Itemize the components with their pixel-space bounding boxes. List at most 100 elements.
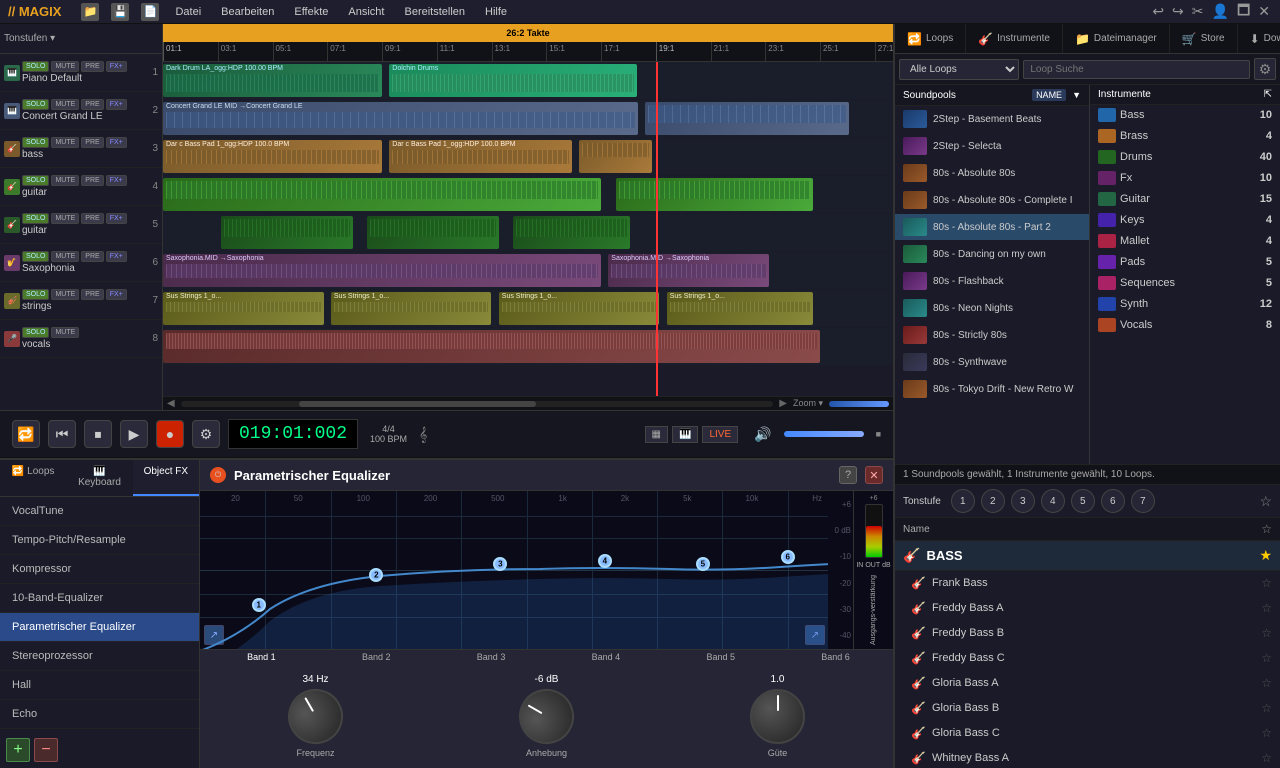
eq-graph[interactable]: 20501002005001k2k5k10kHz +60 dB-10-20-30… <box>200 491 853 649</box>
stop-btn[interactable]: ⏹ <box>84 420 112 448</box>
clip-7-3[interactable]: Sus Strings 1_o... <box>499 292 660 325</box>
clip-7-1[interactable]: Sus Strings 1_o... <box>163 292 324 325</box>
instr-item-pads[interactable]: Pads 5 <box>1090 252 1280 273</box>
tab-downloads-right[interactable]: ⬇ Downloads <box>1238 24 1280 53</box>
track-lane-8[interactable] <box>163 328 893 366</box>
solo-btn-2[interactable]: SOLO <box>22 99 49 110</box>
track-lane-2[interactable]: Concert Grand LE MID →Concert Grand LE <box>163 100 893 138</box>
clip-7-4[interactable]: Sus Strings 1_o... <box>667 292 813 325</box>
band-label-3[interactable]: Band 3 <box>434 652 549 662</box>
fx-btn-3[interactable]: FX+ <box>106 137 127 148</box>
file-icon[interactable]: 📁 <box>81 3 99 21</box>
tab-loops[interactable]: 🔁 Loops <box>0 460 66 496</box>
solo-btn-7[interactable]: SOLO <box>22 289 49 300</box>
tonstufe-btn-2[interactable]: 2 <box>981 489 1005 513</box>
close-icon[interactable]: ✕ <box>1256 1 1272 22</box>
soundpool-item-9[interactable]: 80s - Synthwave <box>895 349 1089 376</box>
soundpool-item-2[interactable]: 80s - Absolute 80s <box>895 160 1089 187</box>
fx-btn-6[interactable]: FX+ <box>106 251 127 262</box>
eq-node-4[interactable]: 4 <box>598 554 612 568</box>
window-icon[interactable]: 🗖 <box>1235 0 1252 26</box>
save-icon[interactable]: 💾 <box>111 3 129 21</box>
bass-item-star-5[interactable]: ☆ <box>1261 701 1272 715</box>
eq-node-6[interactable]: 6 <box>781 550 795 564</box>
clip-7-2[interactable]: Sus Strings 1_o... <box>331 292 492 325</box>
tab-objectfx[interactable]: Object FX <box>133 460 199 496</box>
mute-btn-8[interactable]: MUTE <box>51 327 79 338</box>
track-lane-1[interactable]: Dark Drum LA_ogg:HDP 100.00 BPM Dolchin … <box>163 62 893 100</box>
cut-icon[interactable]: ✂ <box>1190 1 1206 22</box>
track-lane-7[interactable]: Sus Strings 1_o... Sus Strings 1_o... Su… <box>163 290 893 328</box>
pre-btn-6[interactable]: PRE <box>81 251 103 262</box>
instr-item-drums[interactable]: Drums 40 <box>1090 147 1280 168</box>
soundpool-item-10[interactable]: 80s - Tokyo Drift - New Retro W <box>895 376 1089 403</box>
eq-node-5[interactable]: 5 <box>696 557 710 571</box>
band-label-5[interactable]: Band 5 <box>663 652 778 662</box>
instr-item-fx[interactable]: Fx 10 <box>1090 168 1280 189</box>
instr-expand-icon[interactable]: ⇱ <box>1264 89 1272 100</box>
track-lane-4[interactable] <box>163 176 893 214</box>
bass-item-star-3[interactable]: ☆ <box>1261 651 1272 665</box>
clip-2-1[interactable]: Concert Grand LE MID →Concert Grand LE <box>163 102 638 135</box>
bass-item-star-4[interactable]: ☆ <box>1261 676 1272 690</box>
new-icon[interactable]: 📄 <box>141 3 159 21</box>
bass-item-1[interactable]: 🎸 Freddy Bass A ☆ <box>895 596 1280 621</box>
zoom-slider[interactable] <box>829 401 889 407</box>
user-icon[interactable]: 👤 <box>1210 1 1231 22</box>
record-btn[interactable]: ● <box>156 420 184 448</box>
band-label-1[interactable]: Band 1 <box>204 652 319 662</box>
bass-item-0[interactable]: 🎸 Frank Bass ☆ <box>895 571 1280 596</box>
solo-btn-4[interactable]: SOLO <box>22 175 49 186</box>
bass-item-2[interactable]: 🎸 Freddy Bass B ☆ <box>895 621 1280 646</box>
bass-item-star-1[interactable]: ☆ <box>1261 601 1272 615</box>
scroll-left-icon[interactable]: ◀ <box>167 398 175 409</box>
bass-item-star-2[interactable]: ☆ <box>1261 626 1272 640</box>
name-sort-label[interactable]: NAME <box>1032 89 1066 101</box>
play-btn[interactable]: ▶ <box>120 420 148 448</box>
menu-effekte[interactable]: Effekte <box>290 4 332 20</box>
tonstufe-star-btn[interactable]: ☆ <box>1259 493 1272 510</box>
loop-category-dropdown[interactable]: Alle Loops <box>899 59 1019 80</box>
bass-item-6[interactable]: 🎸 Gloria Bass C ☆ <box>895 721 1280 746</box>
mute-btn-7[interactable]: MUTE <box>51 289 79 300</box>
clip-8-1[interactable] <box>163 330 820 363</box>
eq-help-btn[interactable]: ? <box>839 466 857 484</box>
undo-icon[interactable]: ↩ <box>1150 1 1166 22</box>
clip-3-2[interactable]: Dar c Bass Pad 1_ogg:HDP 100.0 BPM <box>389 140 572 173</box>
pre-btn-7[interactable]: PRE <box>81 289 103 300</box>
instr-item-mallet[interactable]: Mallet 4 <box>1090 231 1280 252</box>
soundpool-item-1[interactable]: 2Step - Selecta <box>895 133 1089 160</box>
fx-btn-4[interactable]: FX+ <box>106 175 127 186</box>
instr-item-brass[interactable]: Brass 4 <box>1090 126 1280 147</box>
instr-item-bass[interactable]: Bass 10 <box>1090 105 1280 126</box>
effect-item-1[interactable]: VocalTune <box>0 497 199 526</box>
bass-item-3[interactable]: 🎸 Freddy Bass C ☆ <box>895 646 1280 671</box>
mute-btn-4[interactable]: MUTE <box>51 175 79 186</box>
remove-effect-button[interactable]: − <box>34 738 58 762</box>
metronome-icon[interactable]: 𝄞 <box>419 426 427 443</box>
fx-btn-7[interactable]: FX+ <box>106 289 127 300</box>
mute-btn-6[interactable]: MUTE <box>51 251 79 262</box>
mixer-view-btn[interactable]: ▦ <box>645 426 668 443</box>
band-label-2[interactable]: Band 2 <box>319 652 434 662</box>
clip-4-2[interactable] <box>616 178 813 211</box>
loops-settings-btn[interactable]: ⚙ <box>1254 58 1276 80</box>
clip-5-1[interactable] <box>221 216 352 249</box>
clip-6-2[interactable]: Saxophonia.MID →Saxophonia <box>608 254 769 287</box>
menu-datei[interactable]: Datei <box>171 4 205 20</box>
eq-close-btn[interactable]: ✕ <box>865 466 883 484</box>
eq-node-2[interactable]: 2 <box>369 568 383 582</box>
clip-1-2[interactable]: Dolchin Drums <box>389 64 637 97</box>
knob-freq[interactable] <box>278 679 353 754</box>
tonstufe-btn-7[interactable]: 7 <box>1131 489 1155 513</box>
clip-3-1[interactable]: Dar c Bass Pad 1_ogg:HDP 100.0 BPM <box>163 140 382 173</box>
mute-btn-1[interactable]: MUTE <box>51 61 79 72</box>
bass-item-7[interactable]: 🎸 Whitney Bass A ☆ <box>895 746 1280 768</box>
clip-5-2[interactable] <box>367 216 498 249</box>
clip-6-1[interactable]: Saxophonia.MID →Saxophonia <box>163 254 601 287</box>
soundpool-item-6[interactable]: 80s - Flashback <box>895 268 1089 295</box>
tab-instrumente-right[interactable]: 🎸 Instrumente <box>966 24 1063 53</box>
pre-btn-2[interactable]: PRE <box>81 99 103 110</box>
instr-item-sequences[interactable]: Sequences 5 <box>1090 273 1280 294</box>
h-scrollbar-thumb[interactable] <box>299 401 536 407</box>
